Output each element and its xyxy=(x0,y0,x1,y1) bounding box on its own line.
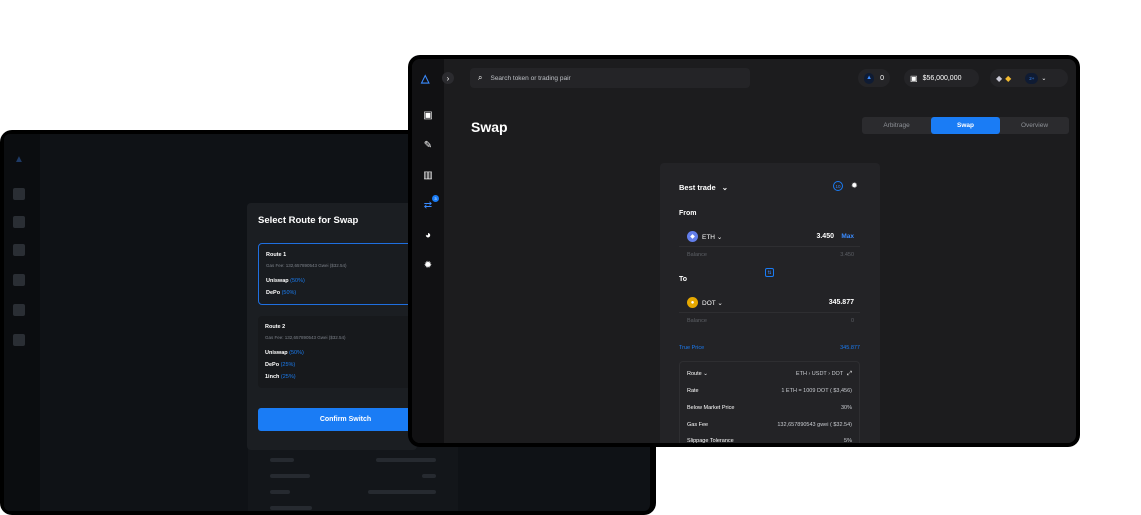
from-balance-value: 3.450 xyxy=(840,252,854,258)
modal-title: Select Route for Swap xyxy=(258,215,359,226)
dot-token-icon: ● xyxy=(687,297,698,308)
to-label: To xyxy=(679,276,688,283)
edit-icon xyxy=(13,216,25,228)
network-selector[interactable]: ◆ ◆ 2+ ⌄ xyxy=(990,69,1068,87)
chevron-down-icon: ⌄ xyxy=(717,300,723,307)
best-trade-dropdown[interactable]: Best trade ⌄ xyxy=(679,183,728,192)
ethereum-icon: ◆ xyxy=(996,73,1003,83)
ethereum-icon: ◆ xyxy=(687,231,698,242)
to-balance-label: Balance xyxy=(687,318,707,324)
detail-row: Slippage Tolerance 5% xyxy=(687,438,852,443)
wallet-icon: ▣ xyxy=(910,73,918,83)
route-card-1[interactable]: Route 1 Gas Fee: 132,657890543 Gwei ($32… xyxy=(258,243,433,305)
detail-row-route[interactable]: Route ⌄ ETH › USDT › DOT ⤢ xyxy=(687,371,852,381)
account-count: 2+ xyxy=(1025,72,1039,84)
chart-icon xyxy=(13,244,25,256)
wallet-icon[interactable]: ▣ xyxy=(422,109,434,121)
from-token-select[interactable]: ETH ⌄ xyxy=(702,233,722,241)
tab-swap[interactable]: Swap xyxy=(931,117,1000,134)
chart-icon[interactable]: ▥ xyxy=(422,169,434,181)
true-price-label: True Price xyxy=(679,345,705,351)
to-balance-value: 0 xyxy=(850,318,854,324)
confirm-switch-button[interactable]: Confirm Switch xyxy=(258,408,433,431)
swap-direction-icon[interactable]: ⇅ xyxy=(765,268,774,277)
trade-details: Route ⌄ ETH › USDT › DOT ⤢ Rate 1 ETH = 10… xyxy=(679,361,860,443)
back-sidebar: ▲ xyxy=(4,134,40,511)
back-details-panel xyxy=(248,444,458,511)
route-line: DePo (50%) xyxy=(266,290,297,296)
to-token-row[interactable]: ● DOT ⌄ 345.877 xyxy=(679,293,860,313)
sidebar: △ ▣ ✎ ▥ ⇄ 3 ◕ ✹ xyxy=(412,59,444,443)
tab-overview[interactable]: Overview xyxy=(1000,117,1069,134)
stage: ▲ Select Route for Swap Route 1 Gas Fee:… xyxy=(0,0,1141,515)
route-name: Route 2 xyxy=(265,324,286,330)
detail-row: Rate 1 ETH = 1009 DOT ( $3,456) xyxy=(687,388,852,394)
route-line: Uniswap (50%) xyxy=(266,278,305,284)
to-token-select[interactable]: DOT ⌄ xyxy=(702,299,723,307)
to-amount-value: 345.877 xyxy=(828,299,854,306)
logo-icon[interactable]: △ xyxy=(421,72,429,85)
swap-badge: 3 xyxy=(432,195,439,202)
front-screen: △ ▣ ✎ ▥ ⇄ 3 ◕ ✹ › ⌕ Search token or trad… xyxy=(412,59,1076,443)
detail-row: Below Market Price 30% xyxy=(687,405,852,411)
wallet-balance: $56,000,000 xyxy=(922,74,962,82)
from-label: From xyxy=(679,210,697,217)
search-placeholder: Search token or trading pair xyxy=(490,74,571,82)
route-line: DePo (25%) xyxy=(265,362,296,368)
binance-icon: ◆ xyxy=(1005,73,1012,83)
page-title: Swap xyxy=(471,119,508,135)
gear-icon[interactable]: ✹ xyxy=(422,259,434,271)
select-route-modal: Select Route for Swap Route 1 Gas Fee: 1… xyxy=(247,203,433,450)
search-icon: ⌕ xyxy=(478,73,483,82)
detail-row: Gas Fee 132,657890543 gwei ( $32.54) xyxy=(687,422,852,428)
palette-icon xyxy=(13,304,25,316)
palette-icon[interactable]: ◕ xyxy=(422,229,434,241)
swap-icon xyxy=(13,274,25,286)
back-page-title xyxy=(60,197,64,213)
chevron-down-icon: ⌄ xyxy=(716,234,723,241)
notifications-count: 0 xyxy=(880,74,884,82)
tab-bar: Arbitrage Swap Overview xyxy=(862,117,1069,134)
gear-icon xyxy=(13,334,25,346)
logo-icon: ▲ xyxy=(14,154,24,165)
route-gas-fee: Gas Fee: 132,657890543 Gwei ($32.54) xyxy=(265,335,346,340)
bell-icon: ▲ xyxy=(864,72,875,84)
route-gas-fee: Gas Fee: 132,657890543 Gwei ($32.54) xyxy=(266,263,347,268)
notifications-pill[interactable]: ▲ 0 xyxy=(858,69,890,87)
route-card-2[interactable]: Route 2 Gas Fee: 132,657890543 Gwei ($32… xyxy=(258,316,433,388)
from-balance-label: Balance xyxy=(687,252,707,258)
chevron-down-icon: ⌄ xyxy=(703,371,708,377)
expand-icon: ⤢ xyxy=(847,371,852,377)
front-device-frame: △ ▣ ✎ ▥ ⇄ 3 ◕ ✹ › ⌕ Search token or trad… xyxy=(408,55,1080,447)
slippage-badge[interactable]: 10 xyxy=(833,181,843,191)
tab-arbitrage[interactable]: Arbitrage xyxy=(862,117,931,134)
wallet-icon xyxy=(13,188,25,200)
chevron-down-icon: ⌄ xyxy=(721,183,729,192)
true-price-value: 345.877 xyxy=(840,345,860,351)
swap-card: Best trade ⌄ 10 ✹ From ◆ ETH ⌄ 3.450 Max… xyxy=(660,163,880,443)
chevron-down-icon: ⌄ xyxy=(1041,75,1047,82)
wallet-balance-pill[interactable]: ▣ $56,000,000 xyxy=(904,69,979,87)
gear-icon[interactable]: ✹ xyxy=(851,181,858,190)
route-name: Route 1 xyxy=(266,252,287,258)
route-line: Uniswap (50%) xyxy=(265,350,304,356)
from-amount-input[interactable]: 3.450 xyxy=(816,233,834,240)
search-input[interactable]: ⌕ Search token or trading pair xyxy=(470,68,750,88)
max-button[interactable]: Max xyxy=(841,233,854,240)
route-line: 1inch (25%) xyxy=(265,374,296,380)
edit-icon[interactable]: ✎ xyxy=(422,139,434,151)
from-token-row[interactable]: ◆ ETH ⌄ 3.450 Max xyxy=(679,227,860,247)
back-search-placeholder xyxy=(66,155,68,162)
chevron-right-icon[interactable]: › xyxy=(442,72,454,84)
